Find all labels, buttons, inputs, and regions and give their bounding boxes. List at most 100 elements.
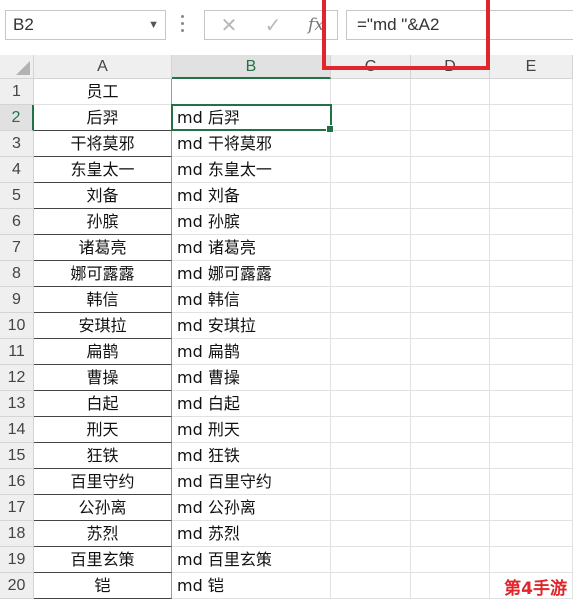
cell-empty[interactable] bbox=[411, 235, 490, 261]
cell-empty[interactable] bbox=[411, 391, 490, 417]
column-header-a[interactable]: A bbox=[34, 55, 172, 79]
cell-empty[interactable] bbox=[490, 417, 573, 443]
row-header[interactable]: 7 bbox=[0, 235, 34, 261]
row-header[interactable]: 6 bbox=[0, 209, 34, 235]
cell-b[interactable]: md 后羿 bbox=[172, 105, 331, 131]
row-header[interactable]: 13 bbox=[0, 391, 34, 417]
cell-empty[interactable] bbox=[411, 79, 490, 105]
cell-empty[interactable] bbox=[490, 443, 573, 469]
cell-empty[interactable] bbox=[490, 235, 573, 261]
cell-empty[interactable] bbox=[331, 235, 411, 261]
row-header[interactable]: 18 bbox=[0, 521, 34, 547]
cell-empty[interactable] bbox=[411, 417, 490, 443]
cell-b[interactable]: md 干将莫邪 bbox=[172, 131, 331, 157]
cell-b[interactable] bbox=[172, 79, 331, 105]
cell-empty[interactable] bbox=[331, 365, 411, 391]
cell-empty[interactable] bbox=[490, 339, 573, 365]
formula-input[interactable]: ="md "&A2 bbox=[346, 10, 573, 40]
cell-empty[interactable] bbox=[411, 547, 490, 573]
cell-a[interactable]: 孙膑 bbox=[34, 209, 172, 235]
column-header-e[interactable]: E bbox=[490, 55, 573, 79]
row-header[interactable]: 12 bbox=[0, 365, 34, 391]
cell-empty[interactable] bbox=[411, 495, 490, 521]
chevron-down-icon[interactable]: ▼ bbox=[148, 11, 159, 39]
cell-empty[interactable] bbox=[490, 469, 573, 495]
cell-a[interactable]: 安琪拉 bbox=[34, 313, 172, 339]
cell-a[interactable]: 东皇太一 bbox=[34, 157, 172, 183]
cancel-x-icon[interactable]: ✕ bbox=[215, 11, 243, 39]
cell-empty[interactable] bbox=[331, 313, 411, 339]
row-header[interactable]: 14 bbox=[0, 417, 34, 443]
cell-empty[interactable] bbox=[331, 79, 411, 105]
row-header[interactable]: 4 bbox=[0, 157, 34, 183]
cell-empty[interactable] bbox=[331, 339, 411, 365]
cell-b[interactable]: md 刘备 bbox=[172, 183, 331, 209]
cell-empty[interactable] bbox=[331, 131, 411, 157]
cell-a[interactable]: 白起 bbox=[34, 391, 172, 417]
cell-a[interactable]: 诸葛亮 bbox=[34, 235, 172, 261]
row-header[interactable]: 9 bbox=[0, 287, 34, 313]
cell-b[interactable]: md 诸葛亮 bbox=[172, 235, 331, 261]
cell-empty[interactable] bbox=[411, 443, 490, 469]
cell-a[interactable]: 狂铁 bbox=[34, 443, 172, 469]
cell-a[interactable]: 铠 bbox=[34, 573, 172, 599]
cell-empty[interactable] bbox=[331, 521, 411, 547]
cell-empty[interactable] bbox=[490, 313, 573, 339]
cell-empty[interactable] bbox=[411, 157, 490, 183]
cell-empty[interactable] bbox=[490, 365, 573, 391]
cell-empty[interactable] bbox=[490, 521, 573, 547]
cell-empty[interactable] bbox=[331, 469, 411, 495]
cell-a[interactable]: 扁鹊 bbox=[34, 339, 172, 365]
column-header-c[interactable]: C bbox=[331, 55, 411, 79]
cell-b[interactable]: md 曹操 bbox=[172, 365, 331, 391]
cell-empty[interactable] bbox=[331, 261, 411, 287]
cell-empty[interactable] bbox=[331, 209, 411, 235]
cell-empty[interactable] bbox=[411, 313, 490, 339]
cell-empty[interactable] bbox=[331, 183, 411, 209]
row-header[interactable]: 20 bbox=[0, 573, 34, 599]
cell-b[interactable]: md 公孙离 bbox=[172, 495, 331, 521]
cell-empty[interactable] bbox=[411, 365, 490, 391]
cell-empty[interactable] bbox=[411, 131, 490, 157]
cell-empty[interactable] bbox=[411, 261, 490, 287]
cell-a[interactable]: 韩信 bbox=[34, 287, 172, 313]
row-header[interactable]: 19 bbox=[0, 547, 34, 573]
cell-b[interactable]: md 百里守约 bbox=[172, 469, 331, 495]
cell-empty[interactable] bbox=[490, 391, 573, 417]
cell-a[interactable]: 娜可露露 bbox=[34, 261, 172, 287]
cell-a[interactable]: 百里守约 bbox=[34, 469, 172, 495]
cell-empty[interactable] bbox=[411, 287, 490, 313]
cell-b[interactable]: md 东皇太一 bbox=[172, 157, 331, 183]
cell-empty[interactable] bbox=[411, 521, 490, 547]
row-header[interactable]: 1 bbox=[0, 79, 34, 105]
cell-a[interactable]: 员工 bbox=[34, 79, 172, 105]
cell-empty[interactable] bbox=[490, 287, 573, 313]
cell-b[interactable]: md 刑天 bbox=[172, 417, 331, 443]
cell-a[interactable]: 百里玄策 bbox=[34, 547, 172, 573]
cell-empty[interactable] bbox=[331, 287, 411, 313]
row-header[interactable]: 5 bbox=[0, 183, 34, 209]
cell-b[interactable]: md 白起 bbox=[172, 391, 331, 417]
cell-empty[interactable] bbox=[411, 573, 490, 599]
cell-empty[interactable] bbox=[331, 495, 411, 521]
cell-b[interactable]: md 苏烈 bbox=[172, 521, 331, 547]
cell-b[interactable]: md 韩信 bbox=[172, 287, 331, 313]
cell-b[interactable]: md 百里玄策 bbox=[172, 547, 331, 573]
cell-b[interactable]: md 安琪拉 bbox=[172, 313, 331, 339]
row-header[interactable]: 17 bbox=[0, 495, 34, 521]
cell-empty[interactable] bbox=[331, 105, 411, 131]
cell-empty[interactable] bbox=[331, 417, 411, 443]
cell-b[interactable]: md 铠 bbox=[172, 573, 331, 599]
cell-a[interactable]: 刑天 bbox=[34, 417, 172, 443]
cell-b[interactable]: md 孙膑 bbox=[172, 209, 331, 235]
cell-a[interactable]: 公孙离 bbox=[34, 495, 172, 521]
cell-empty[interactable] bbox=[411, 183, 490, 209]
cell-a[interactable]: 曹操 bbox=[34, 365, 172, 391]
cell-empty[interactable] bbox=[331, 391, 411, 417]
row-header[interactable]: 11 bbox=[0, 339, 34, 365]
cell-a[interactable]: 后羿 bbox=[34, 105, 172, 131]
cell-empty[interactable] bbox=[331, 573, 411, 599]
cell-b[interactable]: md 娜可露露 bbox=[172, 261, 331, 287]
cell-empty[interactable] bbox=[411, 105, 490, 131]
cell-b[interactable]: md 狂铁 bbox=[172, 443, 331, 469]
